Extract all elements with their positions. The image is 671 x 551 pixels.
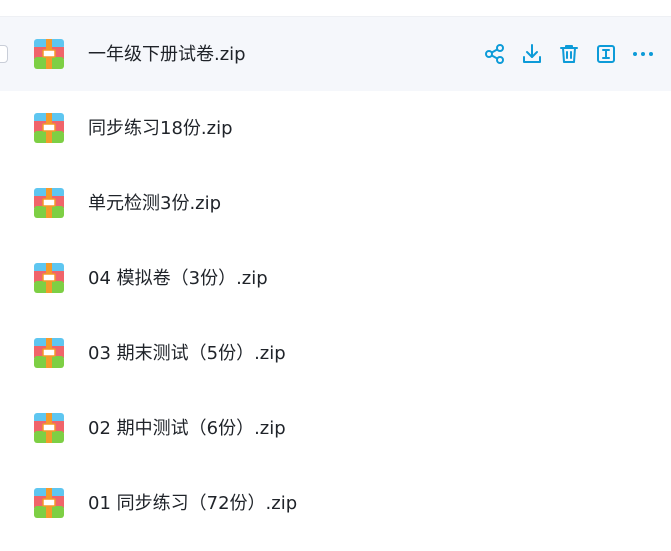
row-checkbox[interactable] [0,45,8,63]
zip-file-icon [34,338,64,368]
file-row[interactable]: 04 模拟卷（3份）.zip [0,241,671,316]
file-row[interactable]: 同步练习18份.zip [0,91,671,166]
file-name[interactable]: 单元检测3份.zip [88,192,221,216]
file-name[interactable]: 02 期中测试（6份）.zip [88,417,286,441]
share-icon [485,44,504,64]
row-actions [482,41,667,67]
download-button[interactable] [519,41,545,67]
zip-file-icon [34,39,64,69]
zip-file-icon [34,188,64,218]
file-name[interactable]: 一年级下册试卷.zip [88,43,246,67]
file-row-selected[interactable]: 一年级下册试卷.zip [0,16,671,91]
more-icon [633,52,653,56]
more-button[interactable] [630,41,656,67]
file-row[interactable]: 02 期中测试（6份）.zip [0,391,671,466]
file-name[interactable]: 04 模拟卷（3份）.zip [88,267,268,291]
delete-button[interactable] [556,41,582,67]
file-name[interactable]: 03 期末测试（5份）.zip [88,342,286,366]
rename-button[interactable] [593,41,619,67]
download-icon [523,44,541,63]
file-list: 一年级下册试卷.zip 同步练习18份.zip 单元检测3份.zip 04 模拟… [0,16,671,541]
zip-file-icon [34,113,64,143]
zip-file-icon [34,413,64,443]
file-row[interactable]: 03 期末测试（5份）.zip [0,316,671,391]
file-name[interactable]: 同步练习18份.zip [88,117,233,141]
file-row[interactable]: 单元检测3份.zip [0,166,671,241]
rename-icon [597,45,615,63]
share-button[interactable] [482,41,508,67]
file-row[interactable]: 01 同步练习（72份）.zip [0,466,671,541]
zip-file-icon [34,263,64,293]
zip-file-icon [34,488,64,518]
trash-icon [560,45,578,63]
file-name[interactable]: 01 同步练习（72份）.zip [88,492,297,516]
